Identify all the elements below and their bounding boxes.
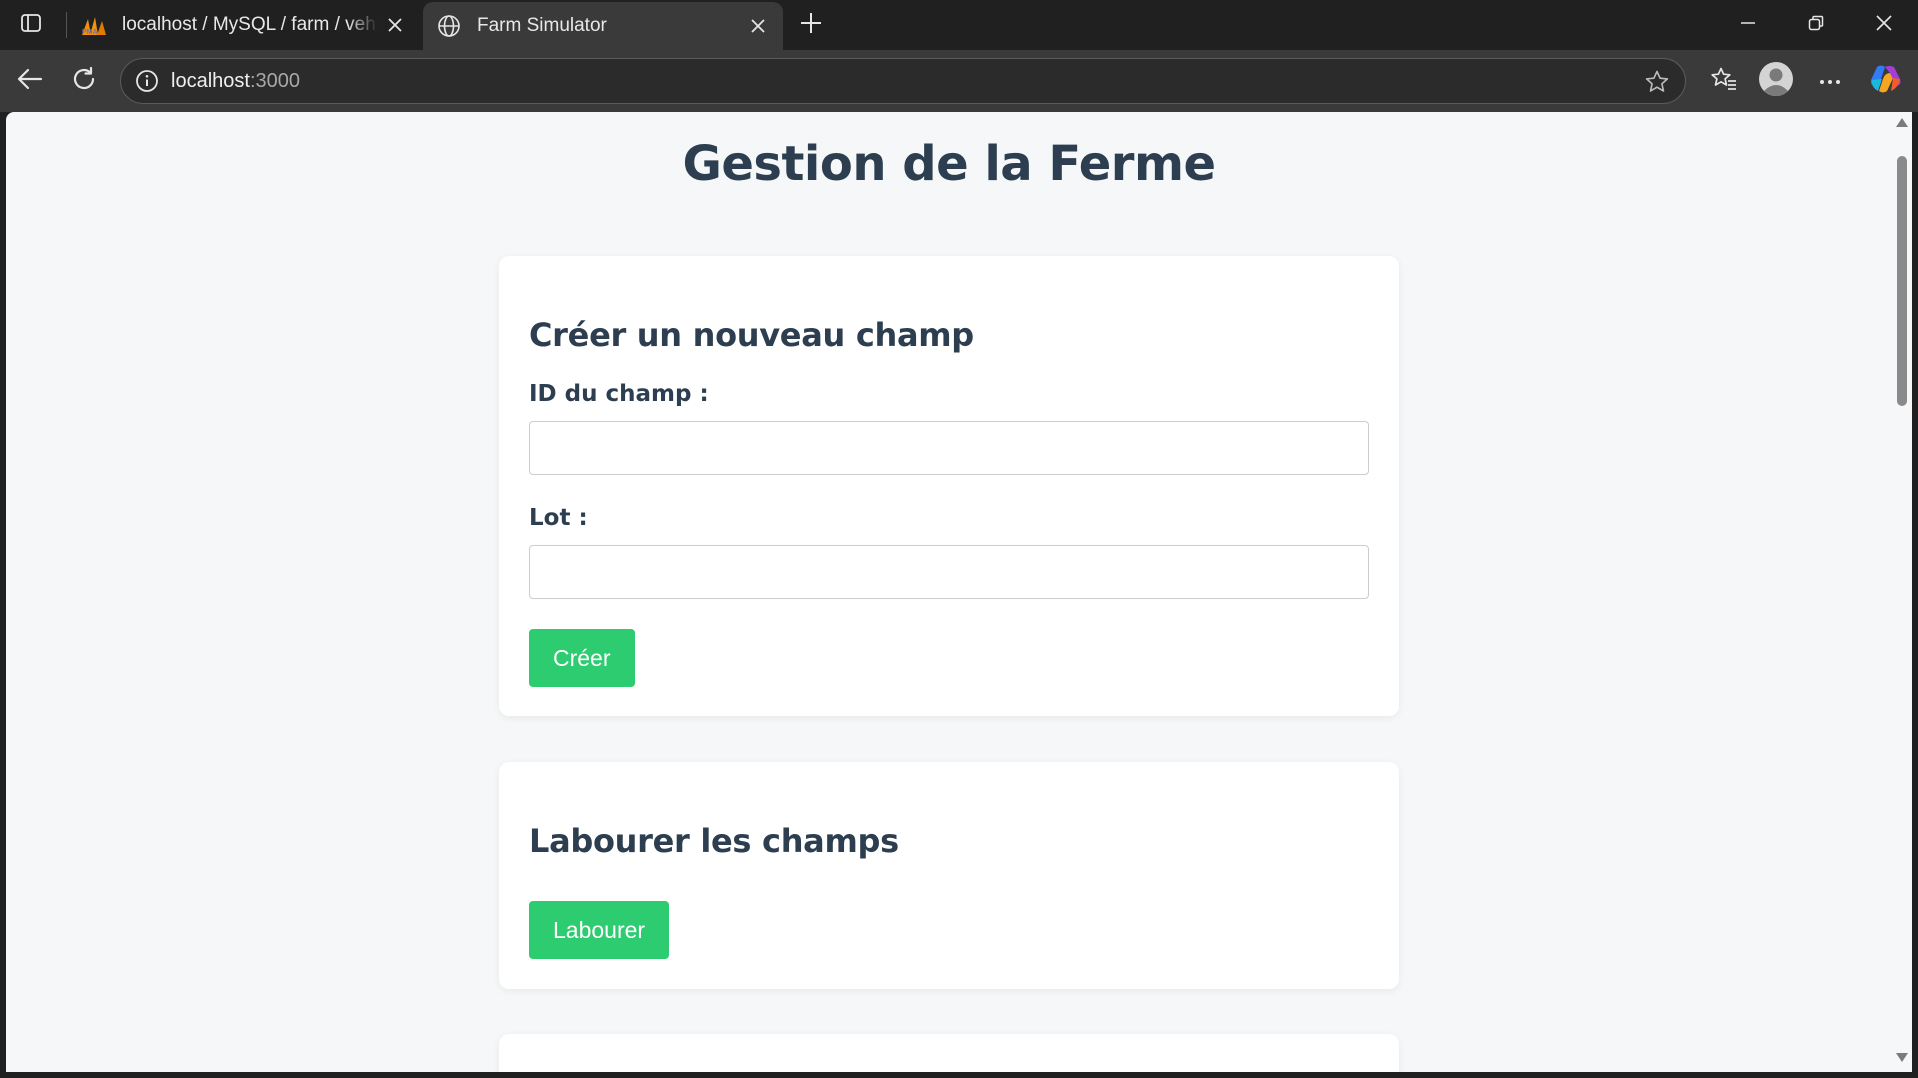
address-bar[interactable]: localhost:3000 bbox=[120, 58, 1686, 104]
plow-button[interactable]: Labourer bbox=[529, 901, 670, 959]
tab-title: Farm Simulator bbox=[477, 15, 607, 36]
tab-actions-button[interactable] bbox=[0, 0, 62, 50]
tab-strip: PMA localhost / MySQL / farm / vehicu Fa… bbox=[0, 0, 1918, 50]
minimize-button[interactable] bbox=[1714, 0, 1782, 50]
avatar bbox=[1758, 61, 1794, 102]
copilot-icon bbox=[1869, 63, 1903, 100]
close-tab-icon[interactable] bbox=[741, 9, 775, 43]
close-tab-icon[interactable] bbox=[378, 8, 412, 42]
field-id-label: ID du champ : bbox=[529, 381, 709, 407]
lot-label: Lot : bbox=[529, 505, 588, 531]
restore-button[interactable] bbox=[1782, 0, 1850, 50]
close-window-button[interactable] bbox=[1850, 0, 1918, 50]
scroll-down-arrow-icon[interactable] bbox=[1896, 1053, 1908, 1062]
plus-icon bbox=[800, 12, 822, 39]
phpmyadmin-icon: PMA bbox=[80, 11, 108, 39]
create-button[interactable]: Créer bbox=[529, 629, 635, 687]
plow-card: Labourer les champs Labourer bbox=[499, 762, 1399, 989]
page-title: Gestion de la Ferme bbox=[682, 136, 1216, 192]
tab-title: localhost / MySQL / farm / vehicu bbox=[122, 14, 378, 35]
url-host: localhost bbox=[171, 69, 250, 92]
restore-icon bbox=[1808, 15, 1824, 36]
site-info-icon[interactable] bbox=[125, 59, 169, 103]
scrollbar-thumb[interactable] bbox=[1897, 156, 1907, 406]
favorite-star-icon[interactable] bbox=[1641, 66, 1673, 98]
plow-heading: Labourer les champs bbox=[529, 822, 899, 860]
page-viewport: Gestion de la Ferme Créer un nouveau cha… bbox=[6, 112, 1892, 1072]
browser-toolbar: localhost:3000 bbox=[0, 50, 1918, 112]
next-card bbox=[499, 1034, 1399, 1072]
tab-phpmyadmin[interactable]: PMA localhost / MySQL / farm / vehicu bbox=[68, 0, 420, 50]
reload-icon bbox=[71, 66, 97, 97]
page-scrollbar[interactable] bbox=[1892, 112, 1912, 1072]
svg-text:PMA: PMA bbox=[82, 29, 98, 36]
profile-button[interactable] bbox=[1756, 61, 1796, 101]
field-id-input[interactable] bbox=[529, 421, 1369, 475]
favorites-icon bbox=[1710, 66, 1738, 97]
back-button[interactable] bbox=[10, 61, 50, 101]
sidebar-toggle-icon bbox=[20, 12, 42, 39]
url-port: :3000 bbox=[249, 69, 300, 92]
create-field-card: Créer un nouveau champ ID du champ : Lot… bbox=[499, 256, 1399, 716]
scroll-up-arrow-icon[interactable] bbox=[1896, 118, 1908, 127]
favorites-button[interactable] bbox=[1704, 61, 1744, 101]
globe-icon bbox=[435, 12, 463, 40]
copilot-button[interactable] bbox=[1866, 61, 1906, 101]
window-bottom-edge bbox=[0, 1072, 1918, 1078]
url-text: localhost:3000 bbox=[171, 70, 300, 93]
settings-menu-button[interactable] bbox=[1810, 61, 1850, 101]
tab-farm-simulator[interactable]: Farm Simulator bbox=[423, 2, 783, 50]
close-icon bbox=[1876, 14, 1892, 36]
tab-separator bbox=[66, 12, 67, 38]
arrow-left-icon bbox=[17, 68, 43, 95]
reload-button[interactable] bbox=[64, 61, 104, 101]
minimize-icon bbox=[1740, 15, 1756, 36]
new-tab-button[interactable] bbox=[792, 6, 830, 44]
lot-input[interactable] bbox=[529, 545, 1369, 599]
create-field-heading: Créer un nouveau champ bbox=[529, 316, 974, 354]
more-icon bbox=[1819, 72, 1841, 90]
